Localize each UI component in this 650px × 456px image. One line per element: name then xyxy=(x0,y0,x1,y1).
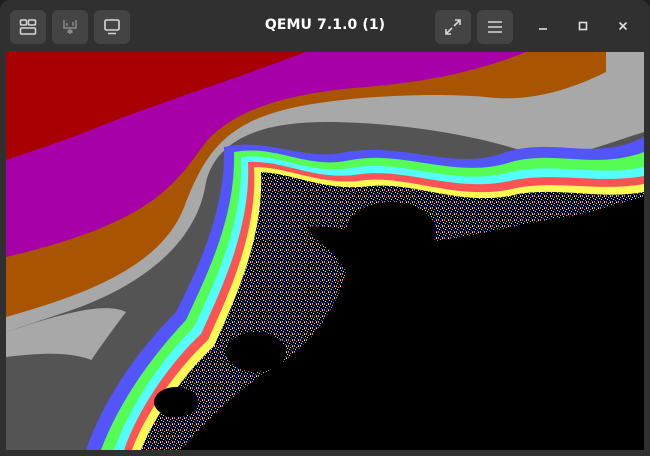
header-bar: QEMU 7.1.0 (1) xyxy=(0,0,650,52)
close-icon xyxy=(617,17,629,36)
qemu-window: QEMU 7.1.0 (1) xyxy=(0,0,650,456)
vm-display[interactable] xyxy=(6,52,644,450)
maximize-icon xyxy=(577,17,589,36)
hamburger-menu-icon xyxy=(486,18,504,36)
minimize-icon xyxy=(537,17,549,36)
fractal-image xyxy=(6,52,644,450)
menu-button[interactable] xyxy=(477,10,513,44)
close-button[interactable] xyxy=(610,13,636,39)
minimize-button[interactable] xyxy=(530,13,556,39)
expand-arrows-icon xyxy=(444,18,462,36)
maximize-button[interactable] xyxy=(570,13,596,39)
fullscreen-button[interactable] xyxy=(435,10,471,44)
